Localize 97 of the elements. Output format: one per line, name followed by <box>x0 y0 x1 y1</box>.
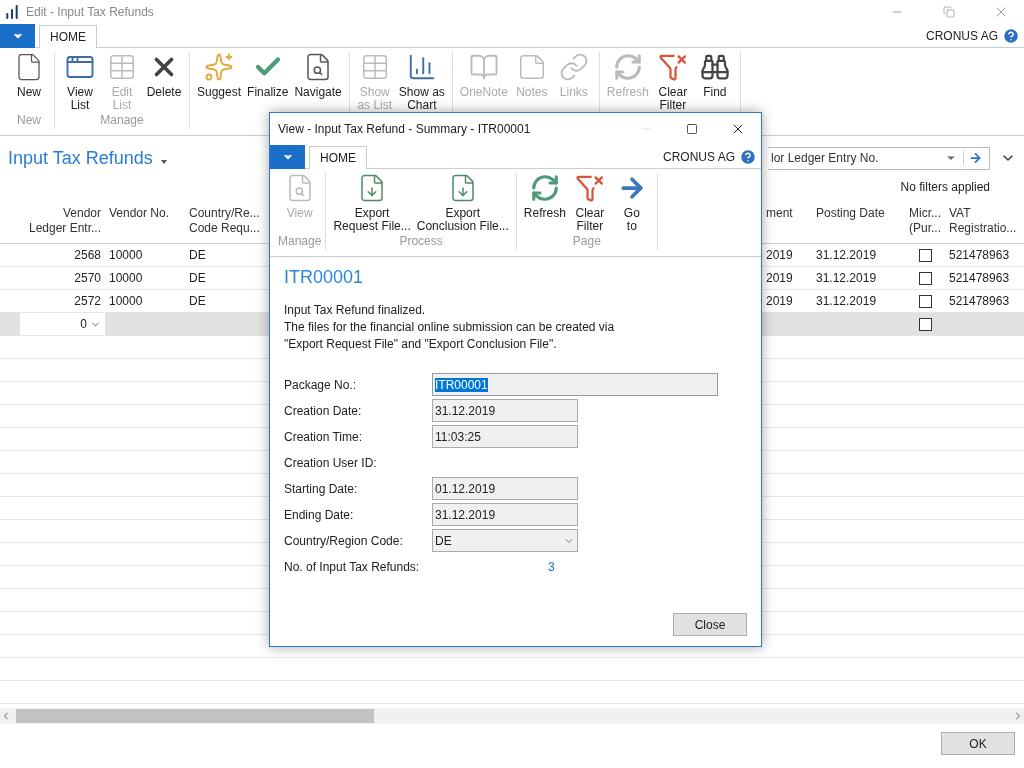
stars-icon <box>204 52 234 82</box>
checkbox[interactable] <box>918 271 932 285</box>
ribbon-button[interactable]: Clear Filter <box>651 52 694 113</box>
refresh-icon <box>529 173 560 203</box>
group-label: Page <box>572 234 601 250</box>
field-label: Package No.: <box>284 376 358 394</box>
table-cell-text: DE <box>188 271 207 285</box>
column-header[interactable]: Vendor Ledger Entr... <box>0 206 105 243</box>
table-cell-text: 2019 <box>765 248 794 262</box>
window-title: Edit - Input Tax Refunds <box>26 5 155 19</box>
field-label: Creation Date: <box>284 402 363 420</box>
refresh-icon <box>612 52 643 82</box>
group-label: Process <box>399 234 443 250</box>
table-cell-text: 10000 <box>108 294 144 308</box>
help-icon[interactable] <box>1002 26 1020 45</box>
page-title[interactable]: Input Tax Refunds <box>0 147 167 169</box>
table-cell-text: 31.12.2019 <box>815 271 878 285</box>
dropdown-field[interactable]: DE <box>432 529 578 552</box>
table-cell-text: 521478963 <box>948 248 1011 262</box>
table-cell-text: 2570 <box>73 271 102 285</box>
checkbox[interactable] <box>918 317 932 331</box>
arrow-right-icon[interactable] <box>963 151 983 165</box>
group-label: Manage <box>278 234 322 250</box>
horizontal-scrollbar[interactable] <box>0 708 1024 724</box>
binoculars-icon <box>699 52 730 82</box>
filter-status: No filters applied <box>900 180 990 194</box>
app-logo-icon <box>4 4 20 20</box>
ribbon-tab[interactable]: HOME <box>39 25 97 48</box>
column-header[interactable]: Vendor No. <box>105 206 185 243</box>
ribbon-button[interactable]: New <box>8 52 50 113</box>
company-name: CRONUS AG <box>926 28 998 43</box>
ribbon-button[interactable]: Finalize <box>244 52 292 113</box>
group-label: New <box>17 113 41 129</box>
menu-button[interactable] <box>0 24 35 48</box>
group-label: Manage <box>100 113 144 129</box>
table-icon <box>107 52 137 82</box>
message-text: "Export Request File" and "Export Conclusion File". <box>284 336 558 353</box>
column-header[interactable]: Posting Date <box>812 206 905 243</box>
table-cell-text: 10000 <box>108 271 144 285</box>
checkbox[interactable] <box>918 294 932 308</box>
dialog-title: View - Input Tax Refund - Summary - ITR00001 <box>278 122 532 136</box>
help-icon[interactable] <box>739 147 757 166</box>
message-text: Input Tax Refund finalized. <box>284 302 427 319</box>
column-header[interactable]: ment <box>762 206 812 243</box>
table-cell-text: 2568 <box>73 248 102 262</box>
table-cell-text: 2572 <box>73 294 102 308</box>
field-label: No. of Input Tax Refunds: <box>284 558 421 576</box>
input-field[interactable]: 31.12.2019 <box>432 503 578 526</box>
table-cell-text: 2019 <box>765 271 794 285</box>
ribbon-button[interactable]: Delete <box>143 52 185 113</box>
message-text: The files for the financial online submission can be created via <box>284 319 616 336</box>
close-button[interactable]: Close <box>673 613 747 636</box>
ribbon-button[interactable]: Suggest <box>194 52 245 113</box>
ribbon-button[interactable]: Go to <box>610 173 653 234</box>
menu-button[interactable] <box>270 145 305 169</box>
clear-filter-icon <box>657 52 688 82</box>
column-header[interactable]: Country/Re... Code Requ... <box>185 206 269 243</box>
link-icon <box>558 52 589 82</box>
entry-field[interactable]: 0 <box>20 313 105 335</box>
table-cell-text: 521478963 <box>948 294 1011 308</box>
field-label: Starting Date: <box>284 480 359 498</box>
maximize-icon[interactable] <box>686 123 698 135</box>
table-cell-text: 31.12.2019 <box>815 248 878 262</box>
ribbon-button[interactable]: Clear Filter <box>568 173 611 234</box>
input-field[interactable]: 11:03:25 <box>432 425 578 448</box>
checkbox[interactable] <box>918 248 932 262</box>
record-heading: ITR00001 <box>284 267 365 288</box>
table-cell-text: 10000 <box>108 248 144 262</box>
notebook-icon <box>468 52 499 82</box>
ribbon-tab[interactable]: HOME <box>309 146 367 169</box>
ribbon-button[interactable]: Show as Chart <box>395 52 448 113</box>
clear-filter-icon <box>574 173 605 203</box>
ribbon-button[interactable]: Refresh <box>520 173 569 234</box>
ok-button[interactable]: OK <box>941 732 1015 755</box>
field-label: Creation Time: <box>284 428 364 446</box>
ribbon-button[interactable]: Export Request File... <box>330 173 414 234</box>
table-cell-text: 31.12.2019 <box>815 294 878 308</box>
table-cell-text: 2019 <box>765 294 794 308</box>
field-label: Ending Date: <box>284 506 355 524</box>
scrollbar-thumb[interactable] <box>16 709 374 723</box>
input-field[interactable]: ITR00001 <box>432 373 718 396</box>
ribbon-button[interactable]: Find <box>693 52 736 113</box>
field-label: Creation User ID: <box>284 454 378 472</box>
column-header[interactable]: Micr... (Pur... <box>905 206 945 243</box>
ribbon-button[interactable]: Export Conclusion File... <box>413 173 512 234</box>
table-cell-text: 521478963 <box>948 271 1011 285</box>
ribbon-button[interactable]: View List <box>59 52 101 113</box>
input-field[interactable]: 01.12.2019 <box>432 477 578 500</box>
table-cell-text: DE <box>188 294 207 308</box>
company-name: CRONUS AG <box>663 149 735 164</box>
search-field[interactable]: lor Ledger Entry No. <box>768 146 990 170</box>
field-label: Country/Region Code: <box>284 532 404 550</box>
table-cell-text: DE <box>188 248 207 262</box>
column-header[interactable]: VAT Registratio... <box>945 206 1024 243</box>
input-field[interactable]: 31.12.2019 <box>432 399 578 422</box>
ribbon-button[interactable]: Navigate <box>291 52 345 113</box>
count-link[interactable]: 3 <box>548 559 747 574</box>
